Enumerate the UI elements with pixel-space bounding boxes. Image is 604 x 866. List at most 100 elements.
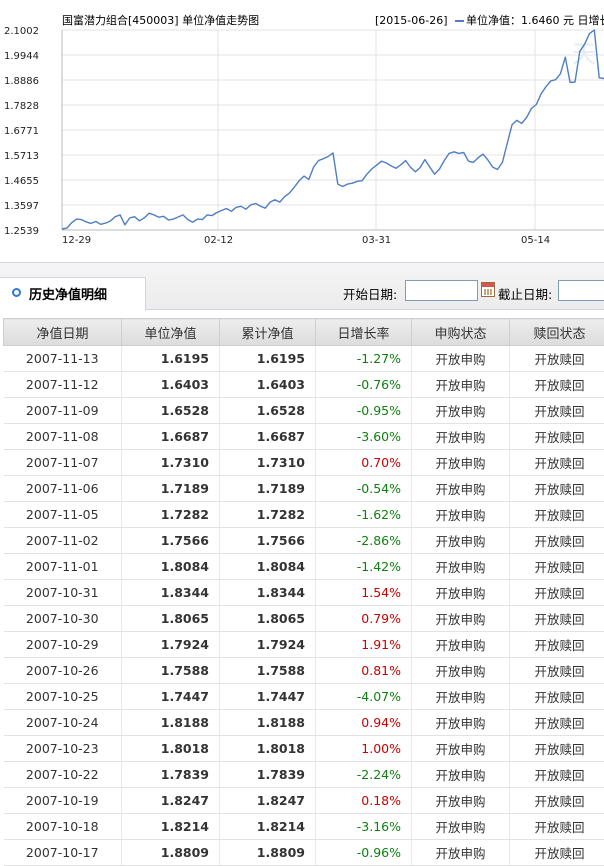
cell-date: 2007-11-07	[3, 449, 122, 476]
table-body: 2007-11-13 1.6195 1.6195 -1.27% 开放申购 开放赎回 2007…	[3, 345, 604, 866]
cell-accum-nav: 1.7282	[219, 501, 316, 528]
cell-accum-nav: 1.8344	[219, 579, 316, 606]
cell-accum-nav: 1.7566	[219, 527, 316, 554]
cell-redeem-status: 开放赎回	[509, 813, 604, 840]
cell-redeem-status: 开放赎回	[509, 787, 604, 814]
end-date-label: 截止日期:	[498, 287, 553, 302]
cell-date: 2007-10-30	[3, 605, 122, 632]
cell-unit-nav: 1.7566	[121, 527, 220, 554]
header-unit-nav: 单位净值	[121, 318, 220, 346]
cell-accum-nav: 1.6195	[219, 345, 316, 372]
table-row: 2007-11-06 1.7189 1.7189 -0.54% 开放申购 开放赎回	[3, 475, 604, 502]
table-row: 2007-10-23 1.8018 1.8018 1.00% 开放申购 开放赎回	[3, 735, 604, 762]
cell-date: 2007-10-22	[3, 761, 122, 788]
cell-unit-nav: 1.8065	[121, 605, 220, 632]
cell-redeem-status: 开放赎回	[509, 371, 604, 398]
cell-accum-nav: 1.8247	[219, 787, 316, 814]
cell-unit-nav: 1.6528	[121, 397, 220, 424]
header-purchase-status: 申购状态	[411, 318, 510, 346]
y-tick-label: 1.3597	[4, 201, 39, 212]
cell-redeem-status: 开放赎回	[509, 579, 604, 606]
cell-daily-growth: -1.42%	[315, 553, 412, 580]
cell-accum-nav: 1.8214	[219, 813, 316, 840]
x-tick-label: 03-31	[362, 235, 391, 246]
y-tick-label: 1.8886	[4, 76, 39, 87]
y-tick-label: 1.7828	[4, 101, 39, 112]
cell-date: 2007-11-02	[3, 527, 122, 554]
cell-daily-growth: 0.81%	[315, 657, 412, 684]
table-header-row: 净值日期 单位净值 累计净值 日增长率 申购状态 赎回状态	[3, 318, 604, 346]
cell-unit-nav: 1.8809	[121, 839, 220, 866]
cell-daily-growth: 1.54%	[315, 579, 412, 606]
cell-accum-nav: 1.6403	[219, 371, 316, 398]
cell-accum-nav: 1.8018	[219, 735, 316, 762]
cell-purchase-status: 开放申购	[411, 371, 510, 398]
table-row: 2007-10-18 1.8214 1.8214 -3.16% 开放申购 开放赎回	[3, 813, 604, 840]
legend-line-icon	[455, 20, 465, 22]
cell-date: 2007-11-06	[3, 475, 122, 502]
table-row: 2007-10-24 1.8188 1.8188 0.94% 开放申购 开放赎回	[3, 709, 604, 736]
cell-redeem-status: 开放赎回	[509, 527, 604, 554]
table-row: 2007-11-01 1.8084 1.8084 -1.42% 开放申购 开放赎回	[3, 553, 604, 580]
cell-purchase-status: 开放申购	[411, 605, 510, 632]
cell-unit-nav: 1.8344	[121, 579, 220, 606]
cell-daily-growth: -3.60%	[315, 423, 412, 450]
header-daily-growth: 日增长率	[315, 318, 412, 346]
cell-daily-growth: -0.96%	[315, 839, 412, 866]
y-tick-label: 2.1002	[4, 26, 39, 37]
table-row: 2007-10-29 1.7924 1.7924 1.91% 开放申购 开放赎回	[3, 631, 604, 658]
x-tick-label: 02-12	[204, 235, 233, 246]
cell-redeem-status: 开放赎回	[509, 735, 604, 762]
cell-unit-nav: 1.7189	[121, 475, 220, 502]
nav-chart: 2.1002 1.9944 1.8886 1.7828 1.6771 1.5713 1.46…	[0, 0, 604, 262]
y-tick-label: 1.4655	[4, 176, 39, 187]
cell-purchase-status: 开放申购	[411, 683, 510, 710]
chart-title: 国富潜力组合[450003] 单位净值走势图	[62, 14, 260, 27]
cell-unit-nav: 1.7588	[121, 657, 220, 684]
header-redeem-status: 赎回状态	[509, 318, 604, 346]
cell-date: 2007-10-31	[3, 579, 122, 606]
cell-date: 2007-10-29	[3, 631, 122, 658]
chart-info: [2015-06-26] 单位净值：1.6460 元 日增长率	[375, 12, 604, 28]
cell-accum-nav: 1.7839	[219, 761, 316, 788]
cell-purchase-status: 开放申购	[411, 579, 510, 606]
end-date-input[interactable]	[558, 280, 604, 301]
cell-purchase-status: 开放申购	[411, 449, 510, 476]
cell-accum-nav: 1.8809	[219, 839, 316, 866]
table-row: 2007-11-02 1.7566 1.7566 -2.86% 开放申购 开放赎回	[3, 527, 604, 554]
cell-accum-nav: 1.7310	[219, 449, 316, 476]
calendar-icon[interactable]	[481, 282, 495, 297]
cell-unit-nav: 1.6687	[121, 423, 220, 450]
cell-daily-growth: -0.76%	[315, 371, 412, 398]
start-date-label: 开始日期:	[343, 287, 398, 302]
cell-unit-nav: 1.7924	[121, 631, 220, 658]
cell-purchase-status: 开放申购	[411, 553, 510, 580]
cell-daily-growth: -1.27%	[315, 345, 412, 372]
cell-unit-nav: 1.7282	[121, 501, 220, 528]
cell-daily-growth: -1.62%	[315, 501, 412, 528]
start-date-input[interactable]	[405, 280, 478, 301]
table-row: 2007-10-17 1.8809 1.8809 -0.96% 开放申购 开放赎回	[3, 839, 604, 866]
chart-legend-label: 单位净值：1.6460 元	[466, 14, 575, 27]
cell-date: 2007-10-17	[3, 839, 122, 866]
cell-purchase-status: 开放申购	[411, 527, 510, 554]
cell-purchase-status: 开放申购	[411, 761, 510, 788]
cell-unit-nav: 1.8247	[121, 787, 220, 814]
cell-date: 2007-11-12	[3, 371, 122, 398]
nav-history-table: 净值日期 单位净值 累计净值 日增长率 申购状态 赎回状态 2007-11-13…	[3, 318, 604, 866]
cell-daily-growth: -2.86%	[315, 527, 412, 554]
cell-daily-growth: 1.91%	[315, 631, 412, 658]
cell-purchase-status: 开放申购	[411, 735, 510, 762]
cell-daily-growth: -0.95%	[315, 397, 412, 424]
table-row: 2007-11-09 1.6528 1.6528 -0.95% 开放申购 开放赎回	[3, 397, 604, 424]
cell-redeem-status: 开放赎回	[509, 449, 604, 476]
cell-redeem-status: 开放赎回	[509, 397, 604, 424]
cell-purchase-status: 开放申购	[411, 397, 510, 424]
cell-date: 2007-11-08	[3, 423, 122, 450]
table-row: 2007-10-19 1.8247 1.8247 0.18% 开放申购 开放赎回	[3, 787, 604, 814]
cell-accum-nav: 1.6687	[219, 423, 316, 450]
cell-accum-nav: 1.6528	[219, 397, 316, 424]
y-tick-label: 1.9944	[4, 51, 39, 62]
header-accum-nav: 累计净值	[219, 318, 316, 346]
table-row: 2007-10-22 1.7839 1.7839 -2.24% 开放申购 开放赎回	[3, 761, 604, 788]
